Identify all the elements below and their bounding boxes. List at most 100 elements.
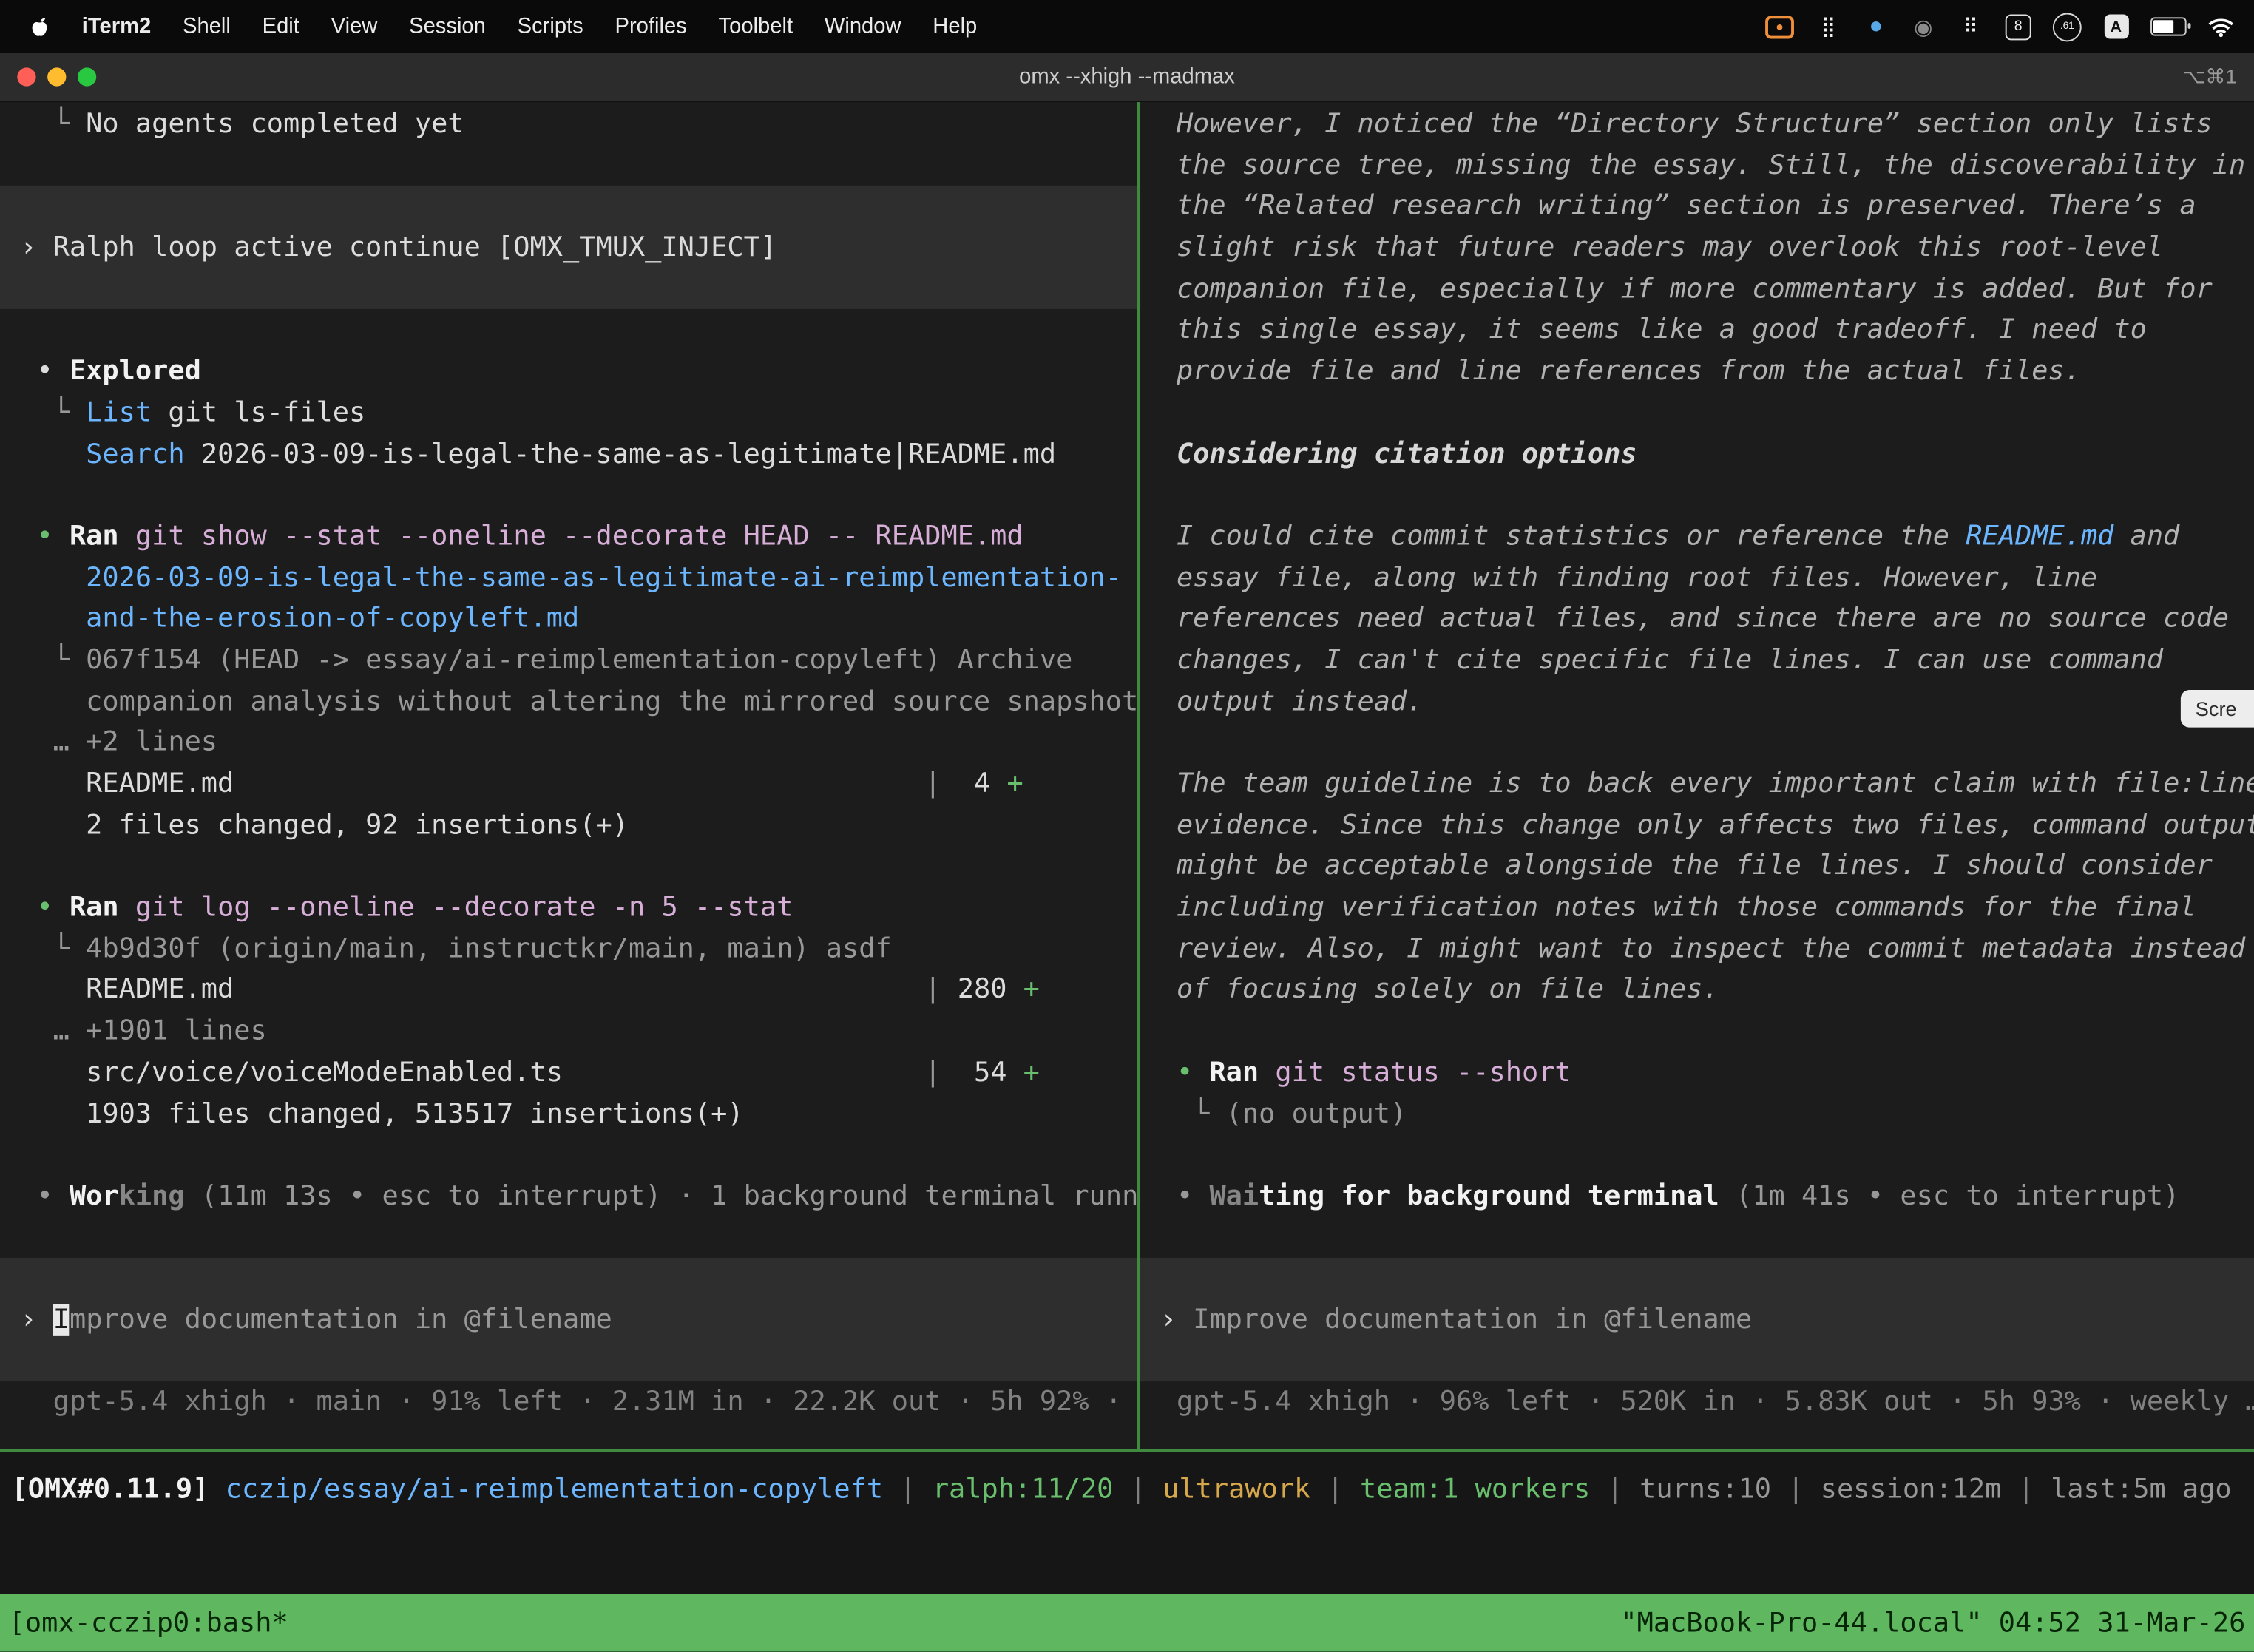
menu-item-edit[interactable]: Edit — [246, 14, 315, 38]
terminal-line — [1140, 1134, 2254, 1176]
left-pane-status-line: gpt-5.4 xhigh · main · 91% left · 2.31M … — [0, 1382, 1137, 1424]
window-title-bar[interactable]: omx --xhigh --madmax ⌥⌘1 — [0, 53, 2254, 102]
terminal-line: 1903 files changed, 513517 insertions(+) — [0, 1093, 1137, 1134]
terminal-line: • Explored — [0, 351, 1137, 393]
terminal-line: essay file, along with finding root file… — [1140, 557, 2254, 598]
terminal-line: └ List git ls-files — [0, 392, 1137, 433]
terminal-line — [1140, 722, 2254, 763]
left-pane-top: └ No agents completed yet — [0, 104, 1137, 186]
battery-icon[interactable] — [2150, 13, 2187, 39]
terminal-line: └ 067f154 (HEAD -> essay/ai-reimplementa… — [0, 640, 1137, 681]
terminal-line — [0, 1217, 1137, 1259]
screen-recording-indicator-icon[interactable] — [1765, 13, 1794, 39]
terminal-line: output instead. — [1140, 681, 2254, 722]
terminal-line: • Ran git show --stat --oneline --decora… — [0, 516, 1137, 558]
terminal-line: └ (no output) — [1140, 1093, 2254, 1134]
menu-bar: iTerm2 Shell Edit View Session Scripts P… — [0, 0, 2254, 53]
terminal-line: README.md | 4 + — [0, 763, 1137, 805]
menu-item-view[interactable]: View — [315, 14, 393, 38]
terminal-line: the “Related research writing” section i… — [1140, 186, 2254, 227]
terminal-line: changes, I can't cite specific file line… — [1140, 640, 2254, 681]
terminal-line: gpt-5.4 xhigh · 96% left · 520K in · 5.8… — [1140, 1382, 2254, 1424]
terminal-line: provide file and line references from th… — [1140, 351, 2254, 393]
right-pane-body: However, I noticed the “Directory Struct… — [1140, 104, 2254, 1258]
right-pane-status-line: gpt-5.4 xhigh · 96% left · 520K in · 5.8… — [1140, 1382, 2254, 1424]
terminal-line: references need actual files, and since … — [1140, 598, 2254, 640]
terminal-line: › Improve documentation in @filename — [1140, 1299, 2254, 1341]
terminal-line: README.md | 280 + — [0, 969, 1137, 1011]
terminal-line — [1140, 392, 2254, 433]
terminal-line: [OMX#0.11.9] cczip/essay/ai-reimplementa… — [0, 1469, 2254, 1511]
terminal-line: 2 files changed, 92 insertions(+) — [0, 805, 1137, 846]
terminal-line: However, I noticed the “Directory Struct… — [1140, 104, 2254, 145]
terminal-line: Search 2026-03-09-is-legal-the-same-as-l… — [0, 433, 1137, 475]
terminal-line: evidence. Since this change only affects… — [1140, 805, 2254, 846]
terminal-line: › Ralph loop active continue [OMX_TMUX_I… — [0, 227, 1137, 268]
gauge-icon[interactable]: .61 — [2053, 13, 2082, 39]
menu-item-scripts[interactable]: Scripts — [501, 14, 599, 38]
wifi-icon[interactable] — [2208, 13, 2234, 39]
terminal-line — [0, 846, 1137, 887]
terminal-line: review. Also, I might want to inspect th… — [1140, 928, 2254, 969]
app-grid-icon[interactable]: ⠿ — [1958, 13, 1984, 39]
terminal-line — [0, 1134, 1137, 1176]
menu-item-shell[interactable]: Shell — [167, 14, 247, 38]
terminal-line: … +2 lines — [0, 722, 1137, 763]
tmux-host-clock-label: "MacBook-Pro-44.local" 04:52 31-Mar-26 — [1620, 1607, 2245, 1639]
terminal-line — [1140, 1011, 2254, 1052]
terminal-line — [0, 145, 1137, 186]
screen-share-chip[interactable]: Scre — [2181, 690, 2254, 728]
left-pane-body: • Explored └ List git ls-files Search 20… — [0, 310, 1137, 1259]
dark-app-icon[interactable]: ◉ — [1910, 13, 1936, 39]
blue-app-icon[interactable]: ● — [1863, 13, 1889, 39]
terminal-line: this single essay, it seems like a good … — [1140, 310, 2254, 351]
menu-item-toolbelt[interactable]: Toolbelt — [703, 14, 808, 38]
terminal-line: of focusing solely on file lines. — [1140, 969, 2254, 1011]
omx-status-line: [OMX#0.11.9] cczip/essay/ai-reimplementa… — [0, 1469, 2254, 1511]
terminal-line: src/voice/voiceModeEnabled.ts | 54 + — [0, 1052, 1137, 1094]
menu-item-iterm2[interactable]: iTerm2 — [66, 14, 166, 38]
terminal-line: • Working (11m 13s • esc to interrupt) ·… — [0, 1176, 1137, 1217]
omx-status-pane: [OMX#0.11.9] cczip/essay/ai-reimplementa… — [0, 1452, 2254, 1594]
terminal-line: including verification notes with those … — [1140, 887, 2254, 928]
key-8-icon[interactable]: 8 — [2006, 13, 2031, 39]
window-title: omx --xhigh --madmax — [0, 64, 2254, 89]
menu-item-window[interactable]: Window — [808, 14, 916, 38]
terminal-line: … +1901 lines — [0, 1011, 1137, 1052]
menu-bar-status-icons: ⣿ ● ◉ ⠿ 8 .61 A — [1765, 13, 2254, 39]
terminal-line: • Ran git log --oneline --decorate -n 5 … — [0, 887, 1137, 928]
menu-item-profiles[interactable]: Profiles — [599, 14, 703, 38]
terminal-line: might be acceptable alongside the file l… — [1140, 846, 2254, 887]
terminal-line — [0, 475, 1137, 516]
terminal-line: The team guideline is to back every impo… — [1140, 763, 2254, 805]
left-command-input[interactable]: › Improve documentation in @filename — [0, 1258, 1137, 1381]
terminal-line: and-the-erosion-of-copyleft.md — [0, 598, 1137, 640]
window-shortcut-badge: ⌥⌘1 — [2182, 64, 2237, 89]
menu-item-help[interactable]: Help — [917, 14, 993, 38]
terminal-line — [0, 310, 1137, 351]
terminal-line: companion file, especially if more comme… — [1140, 268, 2254, 310]
tmux-status-bar: [omx-cczip0:bash* "MacBook-Pro-44.local"… — [0, 1594, 2254, 1652]
terminal-line — [1140, 1217, 2254, 1259]
right-command-input[interactable]: › Improve documentation in @filename — [1140, 1258, 2254, 1381]
right-terminal-pane[interactable]: However, I noticed the “Directory Struct… — [1140, 102, 2254, 1449]
terminal-line: slight risk that future readers may over… — [1140, 227, 2254, 268]
menu-item-session[interactable]: Session — [393, 14, 502, 38]
ralph-loop-banner: › Ralph loop active continue [OMX_TMUX_I… — [0, 186, 1137, 309]
input-source-icon[interactable]: A — [2103, 13, 2129, 39]
terminal-line: Considering citation options — [1140, 433, 2254, 475]
terminal-line: └ 4b9d30f (origin/main, instructkr/main,… — [0, 928, 1137, 969]
left-terminal-pane[interactable]: └ No agents completed yet › Ralph loop a… — [0, 102, 1137, 1449]
apple-menu[interactable] — [0, 13, 66, 39]
terminal-line: 2026-03-09-is-legal-the-same-as-legitima… — [0, 557, 1137, 598]
grid-icon[interactable]: ⣿ — [1815, 13, 1841, 39]
tmux-session-label: [omx-cczip0:bash* — [9, 1607, 288, 1639]
terminal-line — [1140, 475, 2254, 516]
apple-logo-icon — [26, 13, 52, 39]
terminal-line: I could cite commit statistics or refere… — [1140, 516, 2254, 558]
terminal-line: └ No agents completed yet — [0, 104, 1137, 145]
terminal-line: the source tree, missing the essay. Stil… — [1140, 145, 2254, 186]
terminal-line: • Ran git status --short — [1140, 1052, 2254, 1094]
terminal-line: gpt-5.4 xhigh · main · 91% left · 2.31M … — [0, 1382, 1137, 1424]
terminal-line: companion analysis without altering the … — [0, 681, 1137, 722]
